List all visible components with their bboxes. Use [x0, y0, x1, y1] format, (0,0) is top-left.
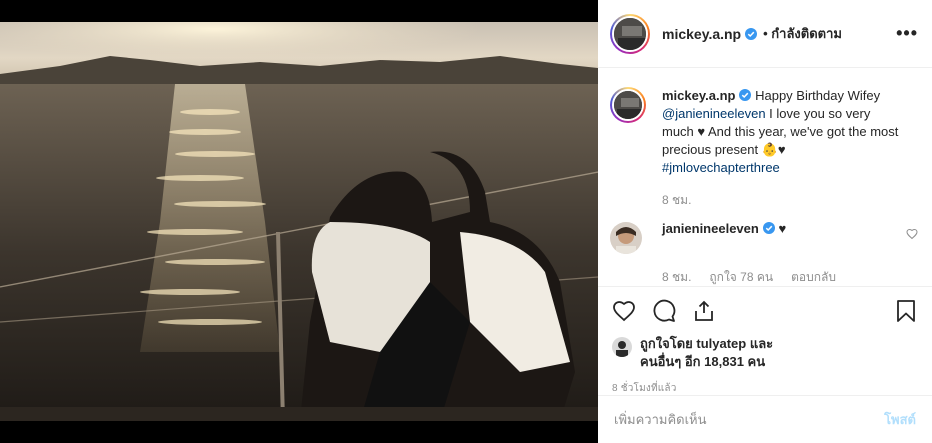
comment-icon[interactable]	[652, 299, 676, 323]
commenter-avatar[interactable]	[610, 222, 642, 254]
small-heart-icon[interactable]	[906, 228, 918, 240]
verified-icon	[745, 27, 758, 40]
comment-text: janienineeleven ♥	[662, 220, 786, 238]
hashtag-link[interactable]: #jmlovechapterthree	[662, 160, 780, 175]
commenter-avatar-image	[610, 222, 642, 254]
likes-summary: ถูกใจโดย tulyatep และ คนอื่นๆ อีก 18,831…	[612, 335, 918, 371]
comment-meta: 8 ชม. ถูกใจ 78 คน ตอบกลับ	[662, 268, 918, 287]
comment-likes[interactable]: ถูกใจ 78 คน	[709, 268, 773, 287]
liker-avatar-image	[612, 337, 632, 357]
action-bar	[612, 293, 918, 329]
post-timestamp[interactable]: 8 ชั่วโมงที่แล้ว	[612, 381, 918, 396]
caption-author-avatar[interactable]	[610, 87, 646, 123]
comment-time[interactable]: 8 ชม.	[662, 268, 691, 287]
author-username[interactable]: mickey.a.np	[662, 26, 741, 42]
post-actions: ถูกใจโดย tulyatep และ คนอื่นๆ อีก 18,831…	[598, 286, 932, 396]
verified-icon	[739, 89, 752, 101]
commenter-username[interactable]: janienineeleven	[662, 221, 759, 236]
likes-text[interactable]: ถูกใจโดย tulyatep และ คนอื่นๆ อีก 18,831…	[640, 335, 773, 371]
caption-username[interactable]: mickey.a.np	[662, 88, 735, 103]
caption: mickey.a.np Happy Birthday Wifey @janien…	[610, 87, 918, 177]
post-header: mickey.a.np • กำลังติดตาม •••	[598, 0, 932, 68]
post-photo[interactable]	[0, 22, 598, 421]
more-options-button[interactable]: •••	[896, 23, 918, 44]
following-status[interactable]: • กำลังติดตาม	[763, 23, 842, 44]
caption-line-1: Happy Birthday Wifey	[755, 88, 881, 103]
reply-button[interactable]: ตอบกลับ	[791, 268, 836, 287]
post-photo-area	[0, 0, 598, 443]
author-avatar[interactable]	[610, 13, 650, 54]
sunset-couple-image	[0, 22, 598, 421]
comment-input[interactable]: เพิ่มความคิดเห็น	[614, 409, 707, 430]
heart-icon[interactable]	[612, 299, 636, 323]
likes-others[interactable]: คนอื่นๆ อีก 18,831 คน	[640, 354, 765, 369]
caption-time[interactable]: 8 ชม.	[662, 191, 691, 210]
likes-suffix: และ	[746, 336, 774, 351]
add-comment-bar: เพิ่มความคิดเห็น โพสต์	[598, 395, 932, 443]
share-icon[interactable]	[692, 299, 716, 323]
comment-item: janienineeleven ♥	[610, 220, 918, 254]
post-comment-button[interactable]: โพสต์	[884, 409, 916, 430]
verified-icon	[762, 222, 775, 234]
caption-avatar-image	[614, 91, 642, 119]
comment-body: ♥	[778, 221, 787, 236]
bookmark-icon[interactable]	[894, 299, 918, 323]
likes-prefix: ถูกใจโดย	[640, 336, 697, 351]
liker-username[interactable]: tulyatep	[696, 336, 746, 351]
comments-section: mickey.a.np Happy Birthday Wifey @janien…	[598, 69, 932, 284]
mention-link[interactable]: @janienineeleven	[662, 106, 766, 121]
caption-meta: 8 ชม.	[662, 191, 918, 210]
caption-text: mickey.a.np Happy Birthday Wifey @janien…	[662, 87, 902, 177]
author-avatar-image	[614, 17, 646, 50]
post-side-panel: mickey.a.np • กำลังติดตาม ••• mickey.a.n…	[598, 0, 932, 443]
liker-avatar[interactable]	[612, 337, 632, 357]
